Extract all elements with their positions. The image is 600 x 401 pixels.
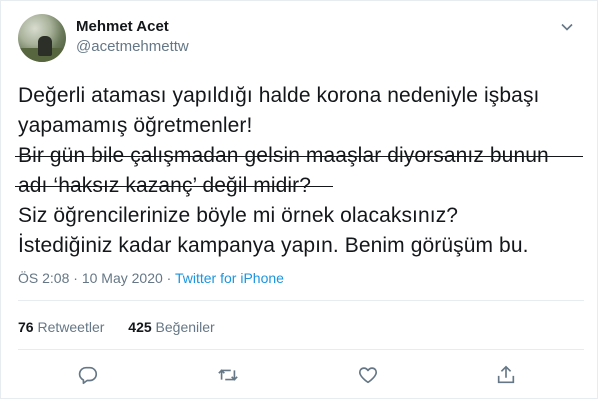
meta-separator: · [166, 270, 172, 286]
underline-annotation [15, 186, 333, 187]
tweet-stats: 76 Retweetler 425 Beğeniler [18, 319, 235, 335]
share-icon[interactable] [495, 364, 517, 386]
tweet-text: Değerli ataması yapıldığı halde korona n… [18, 81, 588, 261]
reply-icon[interactable] [77, 364, 99, 386]
underline-annotation [15, 156, 583, 157]
tweet-source-link[interactable]: Twitter for iPhone [175, 270, 284, 286]
meta-separator: · [73, 270, 78, 286]
like-icon[interactable] [357, 364, 379, 386]
tweet-card: Mehmet Acet @acetmehmettw Değerli atamas… [0, 0, 598, 399]
tweet-date[interactable]: 10 May 2020 [82, 270, 163, 286]
tweet-line: İstediğiniz kadar kampanya yapın. Benim … [18, 234, 529, 257]
tweet-time[interactable]: ÖS 2:08 [18, 270, 69, 286]
user-handle[interactable]: @acetmehmettw [76, 38, 189, 55]
chevron-down-icon[interactable] [560, 20, 574, 34]
tweet-meta: ÖS 2:08 · 10 May 2020 · Twitter for iPho… [18, 270, 284, 286]
tweet-line: Değerli ataması yapıldığı halde korona n… [18, 84, 540, 107]
user-name[interactable]: Mehmet Acet [76, 18, 169, 35]
retweet-icon[interactable] [217, 364, 239, 386]
retweets-count: 76 [18, 319, 34, 335]
likes-label: Beğeniler [155, 319, 215, 335]
likes-count: 425 [128, 319, 152, 335]
avatar[interactable] [18, 14, 66, 62]
divider [18, 300, 584, 301]
likes-stat[interactable]: 425 Beğeniler [128, 319, 214, 335]
tweet-line: Siz öğrencilerinize böyle mi örnek olaca… [18, 204, 459, 227]
divider [18, 349, 584, 350]
retweets-label: Retweetler [37, 319, 105, 335]
tweet-line: yapamamış öğretmenler! [18, 114, 253, 137]
retweets-stat[interactable]: 76 Retweetler [18, 319, 108, 335]
